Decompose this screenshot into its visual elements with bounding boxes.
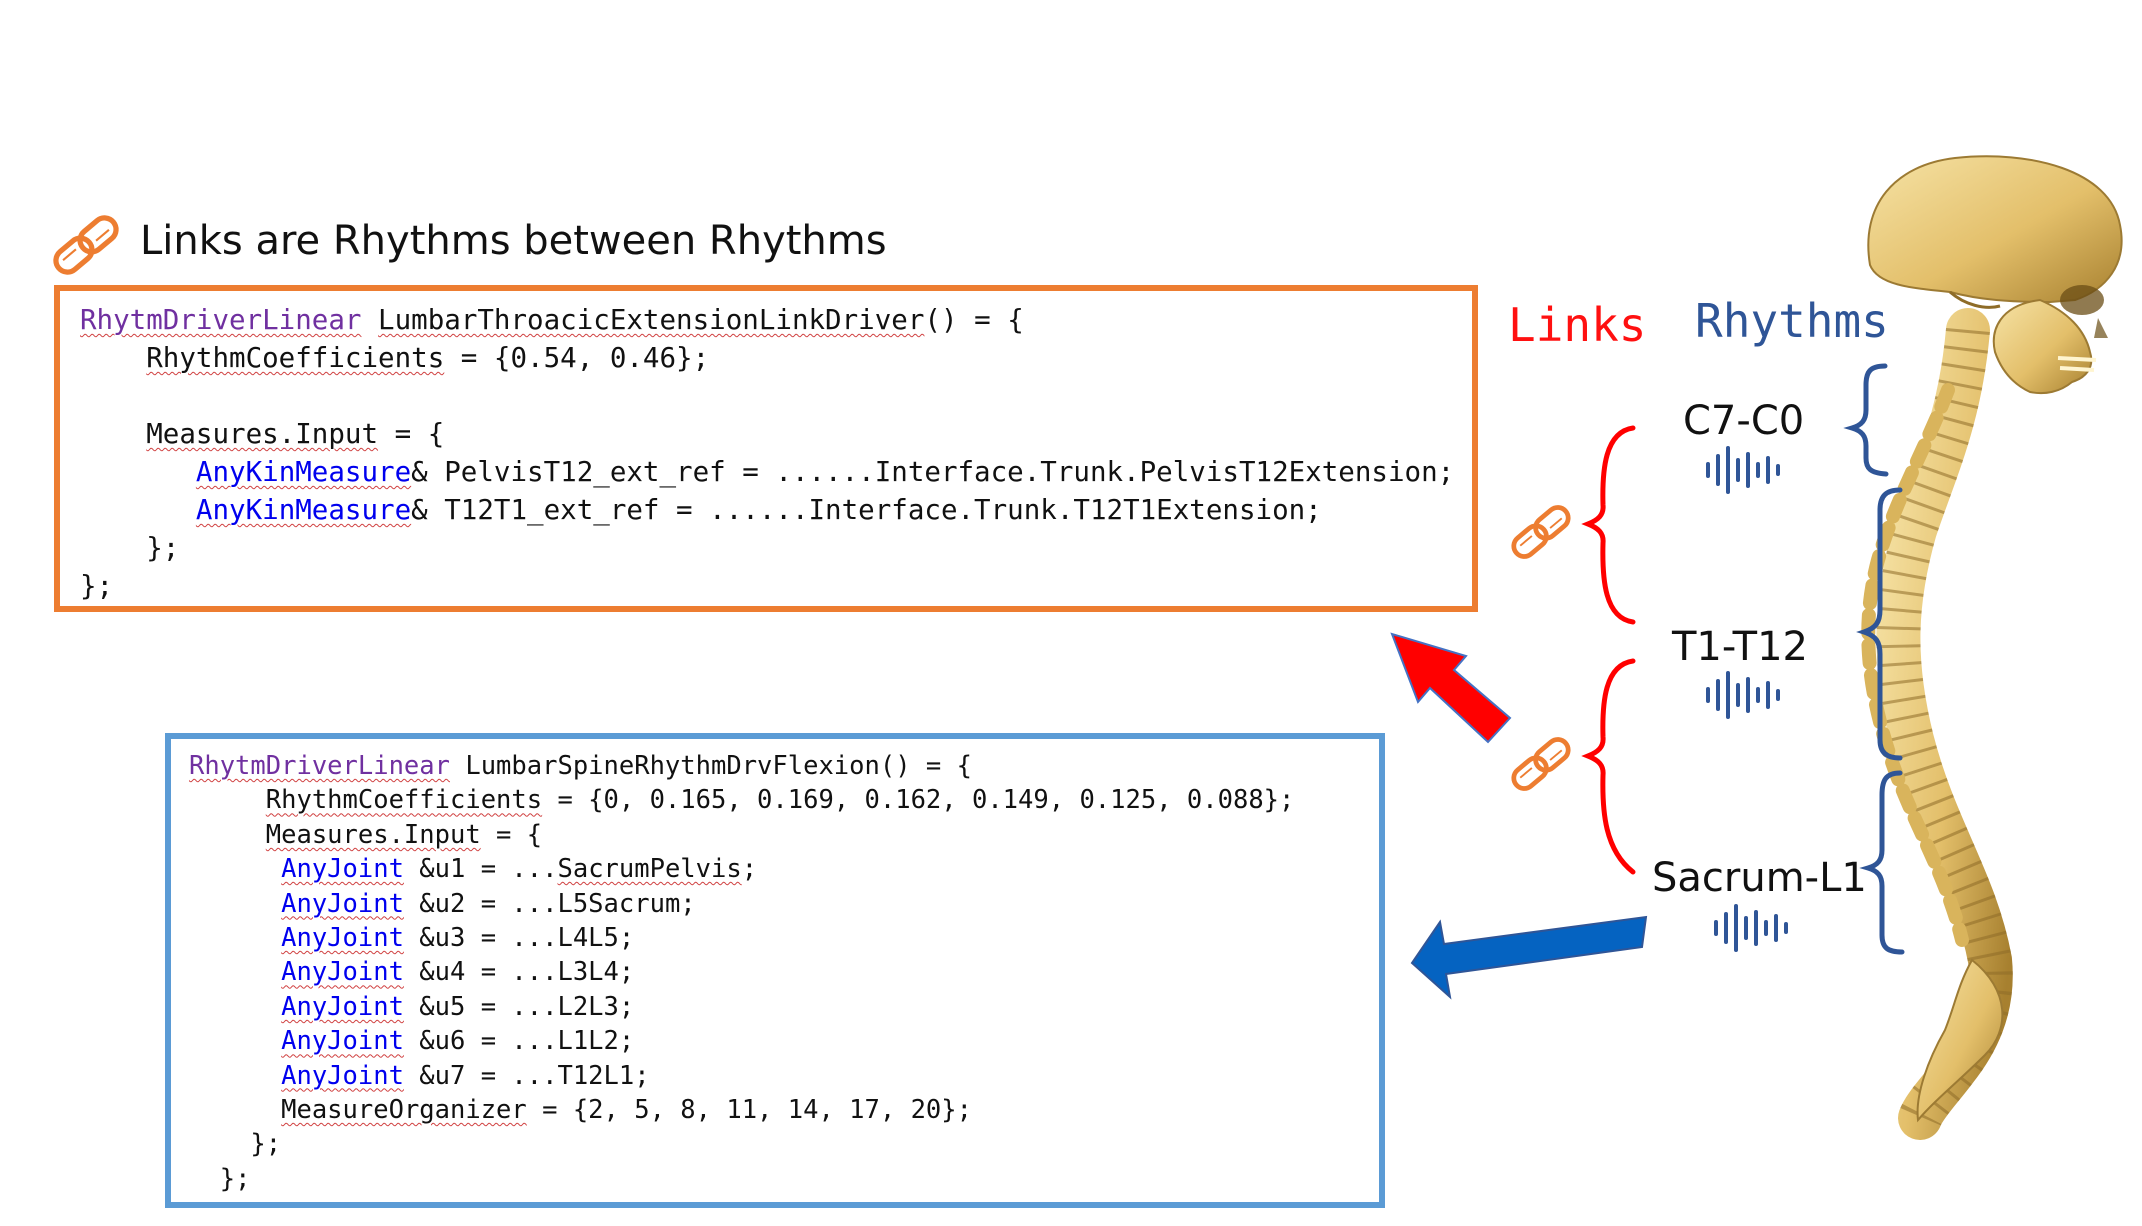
rhythms-header: Rhythms: [1695, 294, 1889, 348]
upper-link-chain-icon: [1510, 503, 1573, 561]
links-header: Links: [1508, 298, 1647, 352]
code-property: RhythmCoefficients: [146, 342, 445, 374]
c7-c0-sound-wave-icon: [1706, 446, 1780, 494]
code-type: AnyJoint: [281, 1060, 404, 1091]
code-text: };: [250, 1129, 282, 1160]
red-arrow: [1390, 632, 1512, 744]
code-type: AnyJoint: [281, 1026, 404, 1057]
code-type: AnyKinMeasure: [195, 456, 412, 488]
skull-and-spine-image: [1861, 155, 2123, 1140]
link-driver-code-box: RhytmDriverLinear LumbarThroacicExtensio…: [54, 285, 1478, 612]
code-type: AnyJoint: [281, 888, 404, 919]
code-text: };: [80, 570, 114, 602]
code-property: MeasureOrganizer: [281, 1095, 527, 1126]
code-text: LumbarSpineRhythmDrvFlexion() = {: [450, 751, 972, 781]
segment-label-t1-t12: T1-T12: [1672, 624, 1808, 670]
slide-title: Links are Rhythms between Rhythms: [140, 218, 887, 264]
code-text: ;: [741, 854, 758, 885]
code-text: &u4 = ...L3L4;: [403, 957, 635, 988]
code-joint-target: SacrumPelvis: [557, 854, 742, 885]
code-text: = {2, 5, 8, 11, 14, 17, 20};: [526, 1095, 972, 1126]
t1-t12-sound-wave-icon: [1706, 671, 1780, 719]
code-type: AnyJoint: [281, 854, 404, 885]
title-link-chain-icon: [51, 213, 121, 277]
blue-arrow: [1410, 915, 1648, 1000]
code-property: Measures.Input: [146, 418, 379, 450]
code-text: = {0, 0.165, 0.169, 0.162, 0.149, 0.125,…: [542, 785, 1295, 816]
code-type: AnyKinMeasure: [195, 494, 412, 526]
code-driver-name: LumbarThroacicExtensionLinkDriver: [378, 304, 925, 336]
code-text: &u2 = ...L5Sacrum;: [403, 888, 696, 919]
lower-link-chain-icon: [1510, 735, 1573, 793]
code-text: };: [146, 532, 180, 564]
segment-label-sacrum-l1: Sacrum-L1: [1652, 855, 1867, 901]
code-keyword: RhytmDriverLinear: [80, 304, 362, 336]
code-text: &u1 = ...: [403, 854, 558, 885]
code-text: &u6 = ...L1L2;: [403, 1026, 635, 1057]
code-text: &u3 = ...L4L5;: [403, 923, 635, 954]
code-text: () = {: [924, 304, 1024, 336]
code-property: Measures.Input: [265, 819, 481, 850]
code-type: AnyJoint: [281, 923, 404, 954]
code-text: = {: [378, 418, 445, 450]
code-text: };: [219, 1163, 251, 1194]
upper-link-brace: [1581, 425, 1636, 625]
code-text: & PelvisT12_ext_ref = ......Interface.Tr…: [411, 456, 1455, 488]
c7-c0-rhythm-brace: [1843, 363, 1889, 477]
segment-label-c7-c0: C7-C0: [1683, 398, 1805, 444]
rhythm-driver-code-box: RhytmDriverLinear LumbarSpineRhythmDrvFl…: [165, 733, 1385, 1208]
rhythm-driver-code: RhytmDriverLinear LumbarSpineRhythmDrvFl…: [189, 749, 1294, 1196]
code-text: = {: [480, 819, 543, 850]
code-text: & T12T1_ext_ref = ......Interface.Trunk.…: [411, 494, 1322, 526]
code-type: AnyJoint: [281, 957, 404, 988]
sacrum-l1-sound-wave-icon: [1714, 904, 1788, 952]
sacrum-l1-rhythm-brace: [1859, 770, 1905, 955]
lower-link-brace: [1581, 658, 1636, 875]
code-type: AnyJoint: [281, 991, 404, 1022]
code-property: RhythmCoefficients: [265, 785, 543, 816]
link-driver-code: RhytmDriverLinear LumbarThroacicExtensio…: [80, 301, 1454, 605]
code-text: &u5 = ...L2L3;: [403, 991, 635, 1022]
code-text: &u7 = ...T12L1;: [403, 1060, 650, 1091]
code-text: = {0.54, 0.46};: [444, 342, 710, 374]
code-keyword: RhytmDriverLinear: [189, 751, 450, 781]
